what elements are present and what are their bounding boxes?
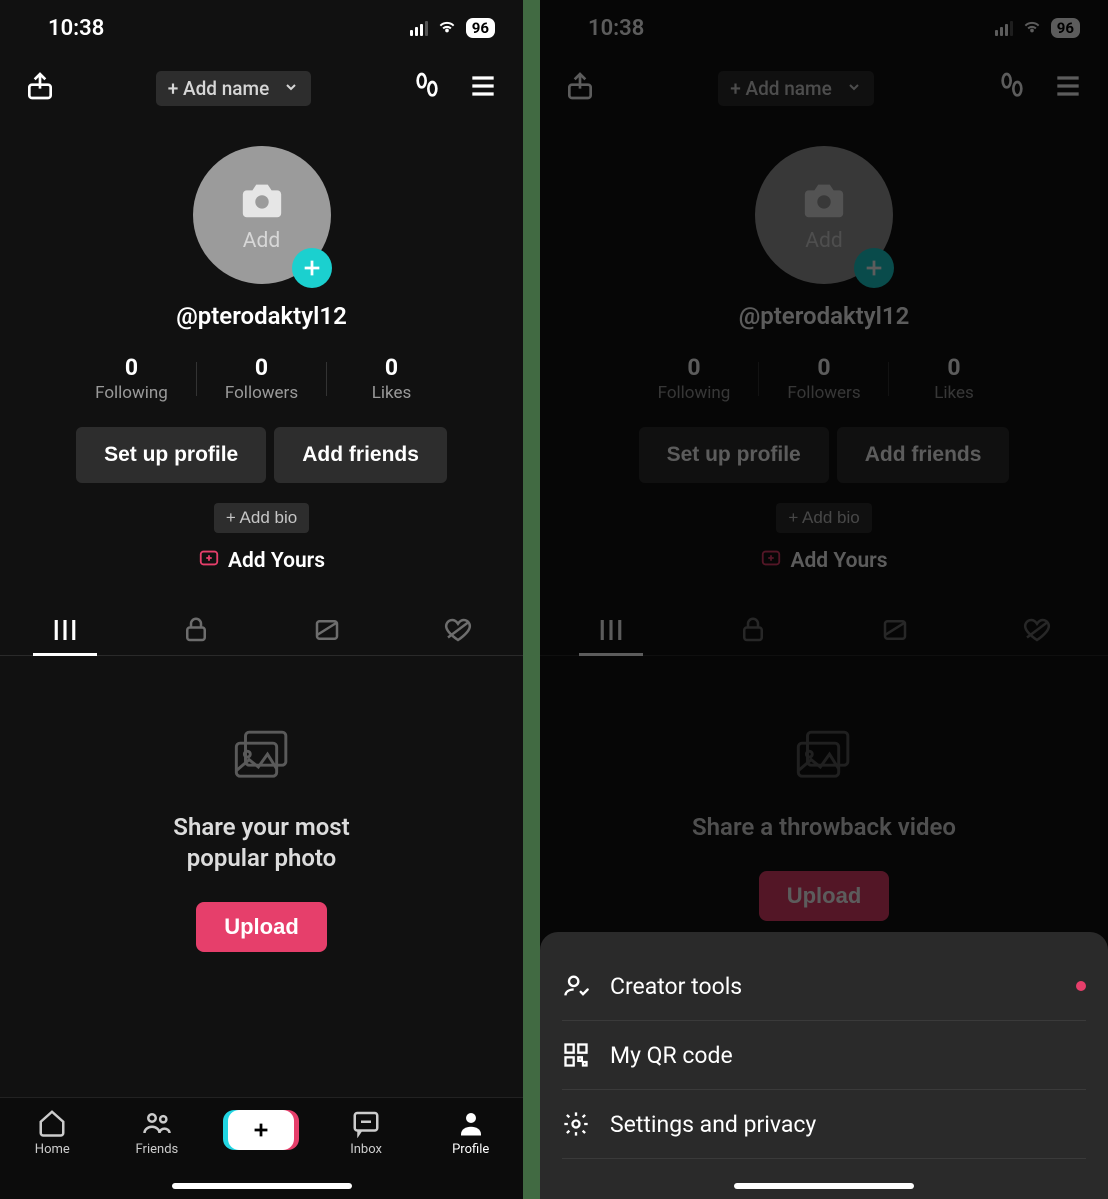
add-name-button[interactable]: + Add name	[718, 71, 874, 106]
stat-following[interactable]: 0 Following	[629, 354, 759, 403]
share-icon[interactable]	[564, 70, 596, 106]
menu-settings[interactable]: Settings and privacy	[562, 1090, 1086, 1159]
tab-feed[interactable]	[540, 605, 682, 655]
add-yours-label: Add Yours	[228, 549, 325, 573]
header-row: + Add name	[0, 56, 523, 120]
stat-followers[interactable]: 0 Followers	[197, 354, 327, 403]
username: @pterodaktyl12	[540, 302, 1108, 330]
status-time: 10:38	[48, 16, 104, 41]
add-name-label: + Add name	[168, 77, 270, 100]
stats-row: 0 Following 0 Followers 0 Likes	[0, 354, 523, 403]
camera-icon	[239, 177, 285, 227]
avatar-add-label: Add	[243, 229, 280, 253]
add-photo-button[interactable]	[292, 248, 332, 288]
stat-likes[interactable]: 0 Likes	[327, 354, 457, 403]
username: @pterodaktyl12	[0, 302, 523, 330]
signal-icon	[410, 20, 428, 36]
avatar-wrap: Add	[0, 146, 523, 284]
menu-icon[interactable]	[467, 70, 499, 106]
setup-profile-button[interactable]: Set up profile	[76, 427, 266, 483]
actions: Set up profile Add friends	[0, 427, 523, 483]
menu-icon[interactable]	[1052, 70, 1084, 106]
battery-pill: 96	[466, 18, 495, 38]
tab-liked[interactable]	[392, 605, 523, 655]
footprint-icon[interactable]	[411, 70, 443, 106]
add-yours-icon	[760, 547, 782, 575]
tabbar-create[interactable]	[209, 1108, 314, 1150]
status-bar: 10:38 96	[0, 0, 523, 56]
signal-icon	[995, 20, 1013, 36]
content-tabs	[0, 605, 523, 656]
prompt-text: Share a throwback video	[540, 812, 1108, 843]
setup-profile-button[interactable]: Set up profile	[639, 427, 829, 483]
tab-liked[interactable]	[966, 605, 1108, 655]
menu-sheet: Creator tools My QR code Settings and pr…	[540, 932, 1108, 1199]
home-indicator	[172, 1183, 352, 1189]
create-button[interactable]	[228, 1110, 294, 1150]
content-tabs	[540, 605, 1108, 656]
upload-button[interactable]: Upload	[196, 902, 327, 952]
add-friends-button[interactable]: Add friends	[837, 427, 1010, 483]
share-icon[interactable]	[24, 70, 56, 106]
tab-feed[interactable]	[0, 605, 131, 655]
tab-private[interactable]	[682, 605, 824, 655]
tab-repost[interactable]	[824, 605, 966, 655]
camera-icon	[801, 177, 847, 227]
status-right: 96	[995, 14, 1080, 42]
wifi-icon	[436, 14, 458, 42]
wifi-icon	[1021, 14, 1043, 42]
content-prompt: Share a throwback video Upload	[540, 728, 1108, 921]
add-name-label: + Add name	[730, 77, 832, 100]
footprint-icon[interactable]	[996, 70, 1028, 106]
phone-left: 10:38 96 + Add name	[0, 0, 523, 1199]
add-name-button[interactable]: + Add name	[156, 71, 312, 106]
home-indicator	[734, 1183, 914, 1189]
menu-label: Creator tools	[610, 973, 742, 1000]
battery-pill: 96	[1051, 18, 1080, 38]
tab-private[interactable]	[131, 605, 262, 655]
content-prompt: Share your most popular photo Upload	[0, 728, 523, 952]
status-right: 96	[410, 14, 495, 42]
status-bar: 10:38 96	[540, 0, 1108, 56]
stat-likes[interactable]: 0 Likes	[889, 354, 1019, 403]
tab-repost[interactable]	[262, 605, 393, 655]
prompt-text: Share your most popular photo	[0, 812, 523, 874]
tabbar-inbox[interactable]: Inbox	[314, 1108, 419, 1157]
menu-creator-tools[interactable]: Creator tools	[562, 952, 1086, 1021]
tabbar-home[interactable]: Home	[0, 1108, 105, 1157]
add-friends-button[interactable]: Add friends	[274, 427, 447, 483]
avatar-add-label: Add	[805, 229, 842, 253]
notification-dot	[1076, 981, 1086, 991]
image-stack-icon	[540, 728, 1108, 788]
add-yours-button[interactable]: Add Yours	[540, 547, 1108, 575]
image-stack-icon	[0, 728, 523, 788]
tabbar-profile[interactable]: Profile	[418, 1108, 523, 1157]
upload-button[interactable]: Upload	[759, 871, 890, 921]
add-yours-icon	[198, 547, 220, 575]
stat-following[interactable]: 0 Following	[67, 354, 197, 403]
actions: Set up profile Add friends	[540, 427, 1108, 483]
stat-followers[interactable]: 0 Followers	[759, 354, 889, 403]
add-bio-button[interactable]: + Add bio	[214, 503, 309, 533]
chevron-down-icon	[283, 77, 299, 100]
chevron-down-icon	[846, 77, 862, 100]
tabbar-friends[interactable]: Friends	[105, 1108, 210, 1157]
add-yours-label: Add Yours	[790, 549, 887, 573]
avatar-wrap: Add	[540, 146, 1108, 284]
header-row: + Add name	[540, 56, 1108, 120]
stats-row: 0 Following 0 Followers 0 Likes	[540, 354, 1108, 403]
add-bio-button[interactable]: + Add bio	[776, 503, 871, 533]
add-photo-button[interactable]	[854, 248, 894, 288]
menu-label: Settings and privacy	[610, 1111, 816, 1138]
phone-right: 10:38 96 + Add name	[540, 0, 1108, 1199]
menu-label: My QR code	[610, 1042, 733, 1069]
menu-qr-code[interactable]: My QR code	[562, 1021, 1086, 1090]
status-time: 10:38	[588, 16, 644, 41]
add-yours-button[interactable]: Add Yours	[0, 547, 523, 575]
